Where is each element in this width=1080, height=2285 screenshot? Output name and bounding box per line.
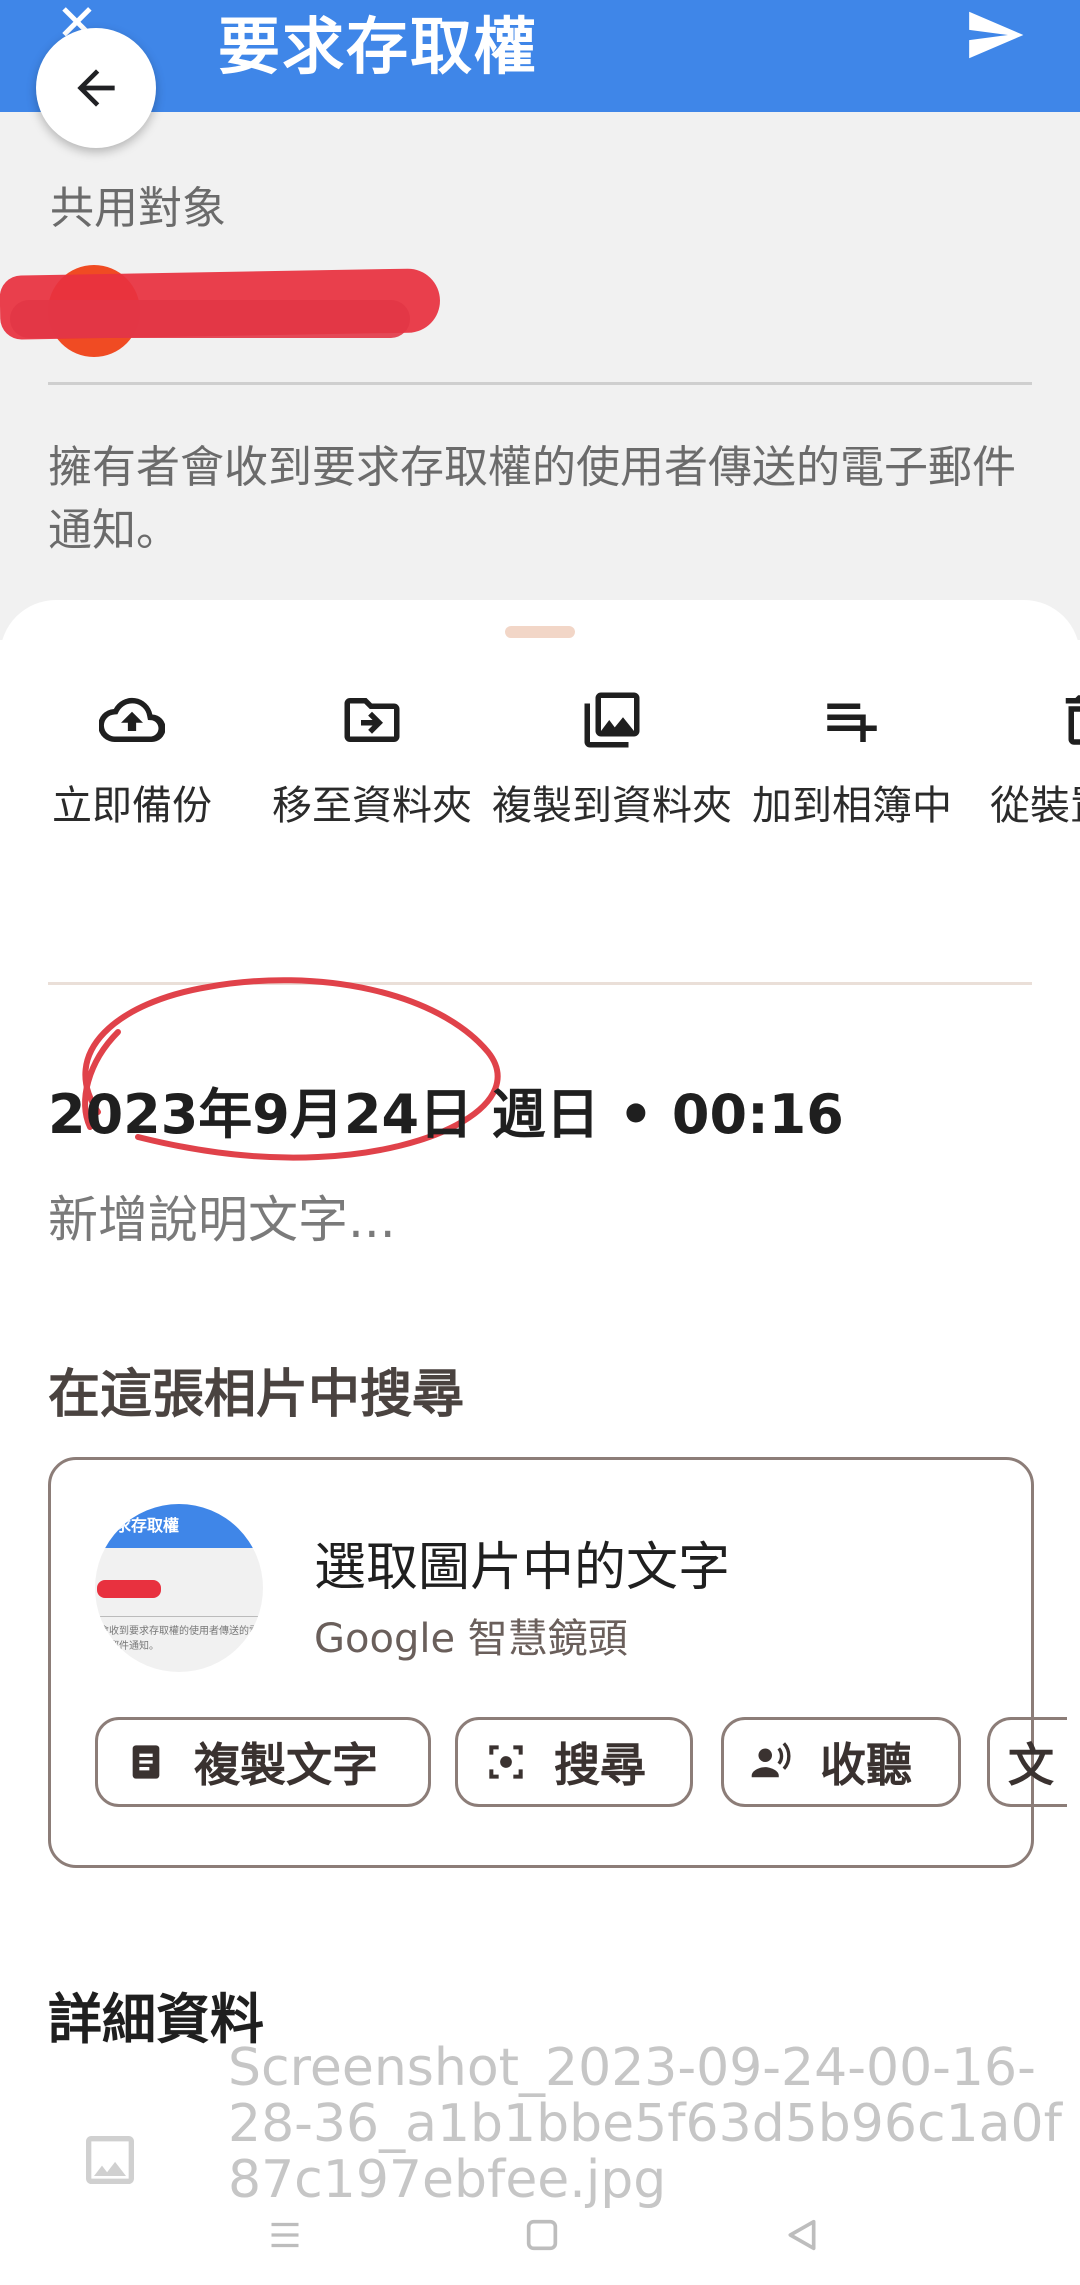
- action-label: 複製到資料夾: [492, 783, 732, 829]
- chip-label: 文: [1008, 1738, 1054, 1792]
- move-to-folder-icon: [344, 698, 400, 742]
- home-icon: [526, 2219, 558, 2251]
- copy-text-chip[interactable]: 複製文字: [95, 1717, 431, 1807]
- playlist-add-icon: [827, 703, 877, 742]
- back-triangle-icon: [788, 2219, 816, 2251]
- copy-to-folder-icon: [584, 692, 640, 748]
- action-label: 立即備份: [52, 783, 212, 829]
- photo-thumbnail: 要求存取權 會收到要求存取權的使用者傳送的電子郵件通知。: [95, 1504, 263, 1672]
- home-button[interactable]: [512, 2205, 572, 2265]
- thumbnail-text: 會收到要求存取權的使用者傳送的電子郵件通知。: [99, 1626, 259, 1652]
- redaction-mark: [10, 300, 410, 338]
- chip-label: 收聽: [820, 1738, 912, 1792]
- delete-from-device-icon: [1065, 695, 1080, 745]
- add-to-album-button[interactable]: 加到相簿中: [732, 660, 972, 832]
- chip-label: 搜尋: [554, 1738, 646, 1792]
- action-row: 立即備份 移至資料夾 複製到資料夾 加到相簿中 從裝: [0, 660, 1080, 920]
- photo-app-bar: ✕ 要求存取權: [0, 0, 1080, 112]
- menu-icon: [271, 2222, 299, 2248]
- delete-from-device-button[interactable]: 從裝置中刪除: [972, 660, 1080, 832]
- thumbnail-title: 要求存取權: [99, 1516, 180, 1535]
- system-back-button[interactable]: [772, 2205, 832, 2265]
- photo-viewer: ✕ 要求存取權 共用對象 擁有者會收到要求存取權的使用者傳送的電子郵件通知。: [0, 0, 1080, 640]
- divider: [48, 382, 1032, 385]
- caption-input[interactable]: 新增說明文字...: [48, 1180, 396, 1252]
- system-nav-bar: [0, 2185, 1080, 2285]
- send-icon: [969, 11, 1024, 59]
- lens-subtitle: Google 智慧鏡頭: [314, 1616, 628, 1662]
- photo-title: 要求存取權: [218, 10, 539, 83]
- action-label: 加到相簿中: [752, 783, 952, 829]
- image-icon: [86, 2136, 134, 2184]
- listen-chip[interactable]: 收聽: [721, 1717, 961, 1807]
- chip-label: 複製文字: [194, 1738, 378, 1792]
- backup-now-button[interactable]: 立即備份: [12, 660, 252, 832]
- back-button[interactable]: [36, 28, 156, 148]
- recents-button[interactable]: [255, 2205, 315, 2265]
- cloud-upload-icon: [99, 697, 165, 743]
- photo-info-sheet[interactable]: 立即備份 移至資料夾 複製到資料夾 加到相簿中 從裝 2023年9月24日 週日…: [0, 600, 1080, 2285]
- lens-heading: 在這張相片中搜尋: [48, 1365, 465, 1425]
- move-to-folder-button[interactable]: 移至資料夾: [252, 660, 492, 832]
- lens-title: 選取圖片中的文字: [314, 1538, 731, 1598]
- translate-chip[interactable]: 文: [987, 1717, 1067, 1807]
- file-name: Screenshot_2023-09-24-00-16-28-36_a1b1bb…: [228, 2038, 1062, 2210]
- listen-icon: [751, 1742, 791, 1778]
- photo-date: 2023年9月24日 週日 • 00:16: [48, 1083, 844, 1146]
- photo-description: 擁有者會收到要求存取權的使用者傳送的電子郵件通知。: [48, 442, 1016, 556]
- lens-card[interactable]: 要求存取權 會收到要求存取權的使用者傳送的電子郵件通知。 選取圖片中的文字 Go…: [48, 1457, 1067, 1868]
- copy-to-folder-button[interactable]: 複製到資料夾: [492, 660, 732, 832]
- share-with-label: 共用對象: [50, 183, 226, 234]
- action-label: 移至資料夾: [272, 783, 472, 829]
- search-chip[interactable]: 搜尋: [455, 1717, 693, 1807]
- arrow-back-icon: [77, 69, 115, 107]
- action-label: 從裝置中刪除: [990, 783, 1080, 829]
- document-icon: [132, 1745, 160, 1779]
- drag-handle[interactable]: [505, 626, 575, 638]
- lens-search-icon: [489, 1745, 523, 1779]
